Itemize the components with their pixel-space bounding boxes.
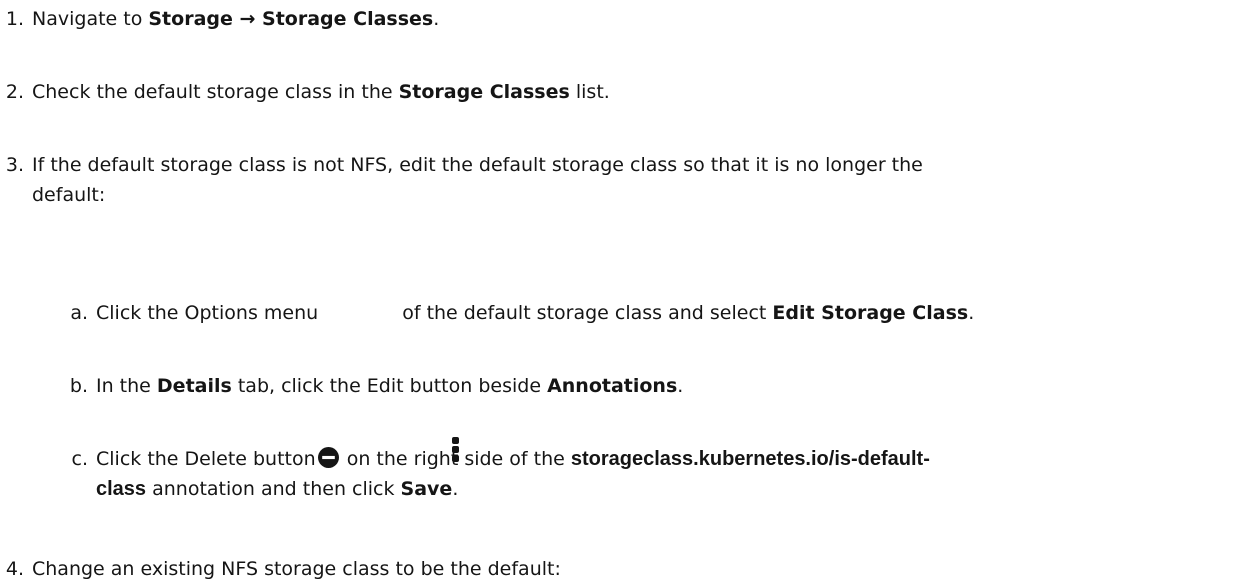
step-text-plain: .: [968, 302, 975, 324]
step-text-plain: Click the Delete button: [96, 448, 316, 470]
step-text-plain: Navigate to: [32, 8, 149, 30]
step-text-line-2: default:: [32, 184, 106, 206]
substep-letter: c.: [71, 448, 89, 470]
step-text-plain: annotation and then click: [146, 478, 401, 500]
step-number: 1.: [5, 8, 24, 30]
substep-text: Click the Options menu of the default st…: [96, 298, 974, 328]
step-text-plain: In the: [96, 375, 157, 397]
step-number: 3.: [5, 154, 24, 176]
step-text-plain: Check the default storage class in the: [32, 81, 399, 103]
step-text: Check the default storage class in the S…: [32, 77, 610, 107]
ui-label: Annotations: [547, 375, 678, 397]
annotation-key: storageclass.kubernetes.io/is-default-: [570, 448, 930, 470]
step-text-plain: on the right side of the: [340, 448, 571, 470]
step-text: Navigate to Storage → Storage Classes.: [32, 4, 439, 34]
step-text: Change an existing NFS storage class to …: [32, 558, 561, 580]
minus-circle-icon: [317, 447, 339, 468]
substep-text: class annotation and then click Save.: [96, 474, 458, 504]
step-number: 2.: [5, 81, 24, 103]
ui-action: Save: [400, 478, 453, 500]
step-number: 4.: [5, 558, 24, 580]
ui-label: Storage Classes: [398, 81, 570, 103]
step-text-plain: tab, click the Edit button beside: [231, 375, 548, 397]
step-text-plain: Click the Options menu: [96, 302, 319, 324]
step-text-plain: .: [433, 8, 440, 30]
substep-text: Click the Delete button on the right sid…: [96, 444, 930, 474]
substep-text: In the Details tab, click the Edit butto…: [96, 371, 683, 401]
annotation-key: class: [96, 478, 147, 500]
step-text-plain: of the default storage class and select: [396, 302, 773, 324]
ui-tab: Details: [156, 375, 232, 397]
step-text-plain: .: [452, 478, 459, 500]
substep-letter: b.: [69, 375, 88, 397]
step-text-plain: .: [677, 375, 684, 397]
step-text-plain: list.: [569, 81, 610, 103]
ui-action: Edit Storage Class: [772, 302, 969, 324]
step-text-line-1: If the default storage class is not NFS,…: [32, 154, 923, 176]
substep-letter: a.: [70, 302, 88, 324]
ui-path: Storage → Storage Classes: [148, 8, 434, 30]
